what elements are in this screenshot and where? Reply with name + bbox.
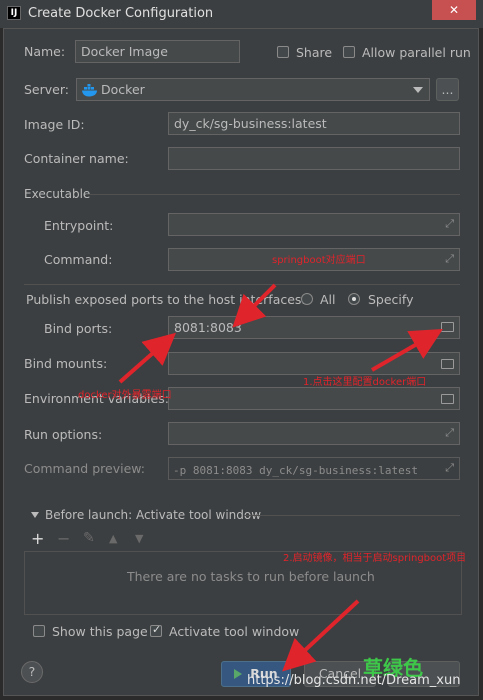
annotation-arrows — [118, 283, 443, 672]
watermark-url: https://blog.csdn.net/Dream_xun — [247, 673, 461, 688]
annotation-springboot-port: springboot对应端口 — [272, 255, 366, 266]
arrow-to-folder-button — [370, 328, 443, 372]
annotation-docker-port: docker对外暴露端口 — [78, 390, 172, 401]
arrow-to-container-port — [232, 283, 277, 328]
arrow-to-run-button — [282, 599, 360, 672]
arrow-to-host-port — [118, 332, 177, 384]
annotation-step2: 2.启动镜像，相当于启动springboot项目 — [283, 553, 467, 564]
annotation-step1: 1.点击这里配置docker端口 — [303, 377, 427, 388]
